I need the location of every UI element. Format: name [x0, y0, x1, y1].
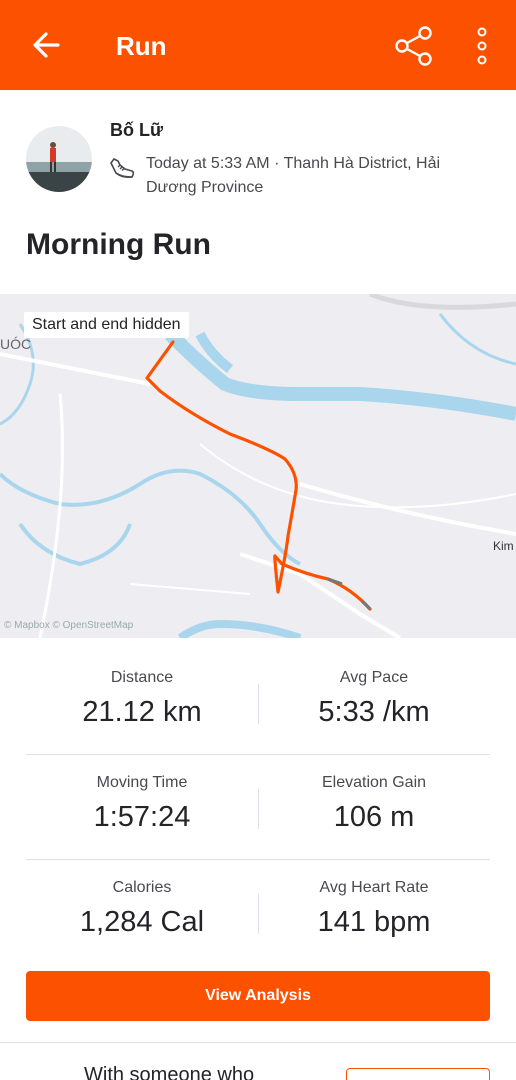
share-icon[interactable] — [390, 22, 438, 70]
stat-value: 1,284 Cal — [79, 906, 205, 938]
stat-label: Avg Pace — [339, 669, 409, 686]
stat-calories: Calories 1,284 Cal — [26, 860, 258, 940]
stat-label: Calories — [112, 879, 172, 896]
activity-meta: Today at 5:33 AM · Thanh Hà District, Hả… — [146, 155, 441, 196]
divider — [0, 1042, 516, 1043]
athlete-name[interactable]: Bố Lữ — [110, 120, 163, 141]
stat-row: Distance 21.12 km Avg Pace 5:33 /km — [26, 650, 490, 755]
view-analysis-button[interactable]: View Analysis — [26, 971, 490, 1021]
stat-label: Distance — [110, 669, 174, 686]
map-attribution[interactable]: © Mapbox © OpenStreetMap — [4, 620, 133, 631]
running-shoe-icon — [110, 158, 135, 178]
activity-stats: Distance 21.12 km Avg Pace 5:33 /km Movi… — [26, 650, 490, 965]
arrow-left-icon[interactable] — [28, 25, 64, 65]
stat-row: Calories 1,284 Cal Avg Heart Rate 141 bp… — [26, 860, 490, 965]
stat-distance: Distance 21.12 km — [26, 650, 258, 730]
stat-avg-heart-rate: Avg Heart Rate 141 bpm — [258, 860, 490, 940]
add-others-button[interactable] — [346, 1068, 490, 1080]
avatar[interactable] — [26, 126, 92, 192]
stat-moving-time: Moving Time 1:57:24 — [26, 755, 258, 835]
stat-row: Moving Time 1:57:24 Elevation Gain 106 m — [26, 755, 490, 860]
activity-title: Morning Run — [26, 228, 211, 261]
map-place-label: Kim — [493, 539, 514, 553]
stat-label: Avg Heart Rate — [319, 879, 429, 896]
map-canvas — [0, 294, 516, 638]
stat-elevation-gain: Elevation Gain 106 m — [258, 755, 490, 835]
more-vertical-icon[interactable] — [468, 24, 496, 68]
stat-value: 106 m — [333, 801, 415, 833]
stat-value: 21.12 km — [82, 696, 202, 728]
stat-label: Elevation Gain — [321, 774, 427, 791]
stat-value: 141 bpm — [317, 906, 431, 938]
page-title: Run — [116, 31, 167, 61]
stat-value: 1:57:24 — [93, 801, 191, 833]
map-privacy-badge: Start and end hidden — [24, 312, 189, 338]
stat-value: 5:33 /km — [318, 696, 430, 728]
route-map[interactable]: Start and end hidden UÓC Kim © Mapbox © … — [0, 294, 516, 638]
with-someone-text: With someone who — [84, 1064, 255, 1080]
stat-avg-pace: Avg Pace 5:33 /km — [258, 650, 490, 730]
app-header: Run — [0, 0, 516, 90]
stat-label: Moving Time — [96, 774, 188, 791]
athlete-info: Bố Lữ Today at 5:33 AM · Thanh Hà Distri… — [24, 116, 494, 206]
map-place-label: UÓC — [0, 336, 32, 352]
